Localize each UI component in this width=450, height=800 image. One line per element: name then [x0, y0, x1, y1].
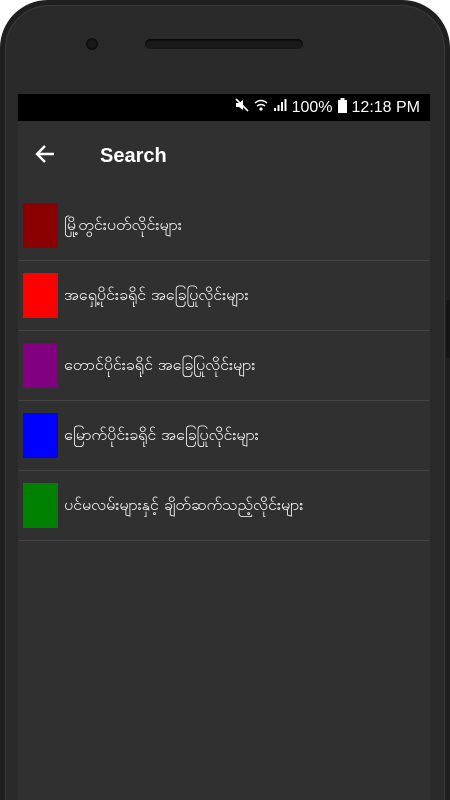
screen: 100% 12:18 PM Search မြို့တွင်းပတ်လိုင်း… [18, 94, 430, 800]
speaker-grille [145, 39, 303, 49]
color-swatch [23, 483, 58, 528]
clock: 12:18 PM [351, 98, 420, 116]
color-swatch [23, 413, 58, 458]
list-item[interactable]: မြို့တွင်းပတ်လိုင်းများ [18, 191, 430, 261]
phone-frame: 100% 12:18 PM Search မြို့တွင်းပတ်လိုင်း… [0, 0, 450, 800]
color-swatch [23, 203, 58, 248]
list-item[interactable]: ပင်မလမ်းများနှင့် ချိတ်ဆက်သည့်လိုင်းများ [18, 471, 430, 541]
side-button [446, 300, 450, 358]
wifi-icon [254, 98, 268, 117]
camera-icon [86, 38, 98, 50]
color-swatch [23, 273, 58, 318]
list-item[interactable]: အရှေ့ပိုင်းခရိုင် အခြေပြုလိုင်းများ [18, 261, 430, 331]
list-item-label: အရှေ့ပိုင်းခရိုင် အခြေပြုလိုင်းများ [64, 284, 249, 304]
battery-percent: 100% [291, 98, 333, 116]
status-bar: 100% 12:18 PM [18, 94, 430, 121]
color-swatch [23, 343, 58, 388]
list-item-label: ပင်မလမ်းများနှင့် ချိတ်ဆက်သည့်လိုင်းများ [64, 494, 304, 514]
back-button[interactable] [18, 129, 72, 183]
list-item-label: မြို့တွင်းပတ်လိုင်းများ [64, 214, 182, 234]
line-list: မြို့တွင်းပတ်လိုင်းများ အရှေ့ပိုင်းခရိုင… [18, 191, 430, 541]
list-item-label: မြောက်ပိုင်းခရိုင် အခြေပြုလိုင်းများ [64, 424, 259, 444]
battery-icon [337, 97, 347, 118]
signal-icon [273, 98, 287, 117]
phone-body: 100% 12:18 PM Search မြို့တွင်းပတ်လိုင်း… [0, 0, 450, 800]
list-item[interactable]: တောင်ပိုင်းခရိုင် အခြေပြုလိုင်းများ [18, 331, 430, 401]
arrow-left-icon [34, 143, 56, 169]
list-item[interactable]: မြောက်ပိုင်းခရိုင် အခြေပြုလိုင်းများ [18, 401, 430, 471]
list-item-label: တောင်ပိုင်းခရိုင် အခြေပြုလိုင်းများ [64, 354, 256, 374]
page-title: Search [100, 144, 167, 167]
mute-icon [235, 98, 249, 117]
app-bar: Search [18, 121, 430, 191]
